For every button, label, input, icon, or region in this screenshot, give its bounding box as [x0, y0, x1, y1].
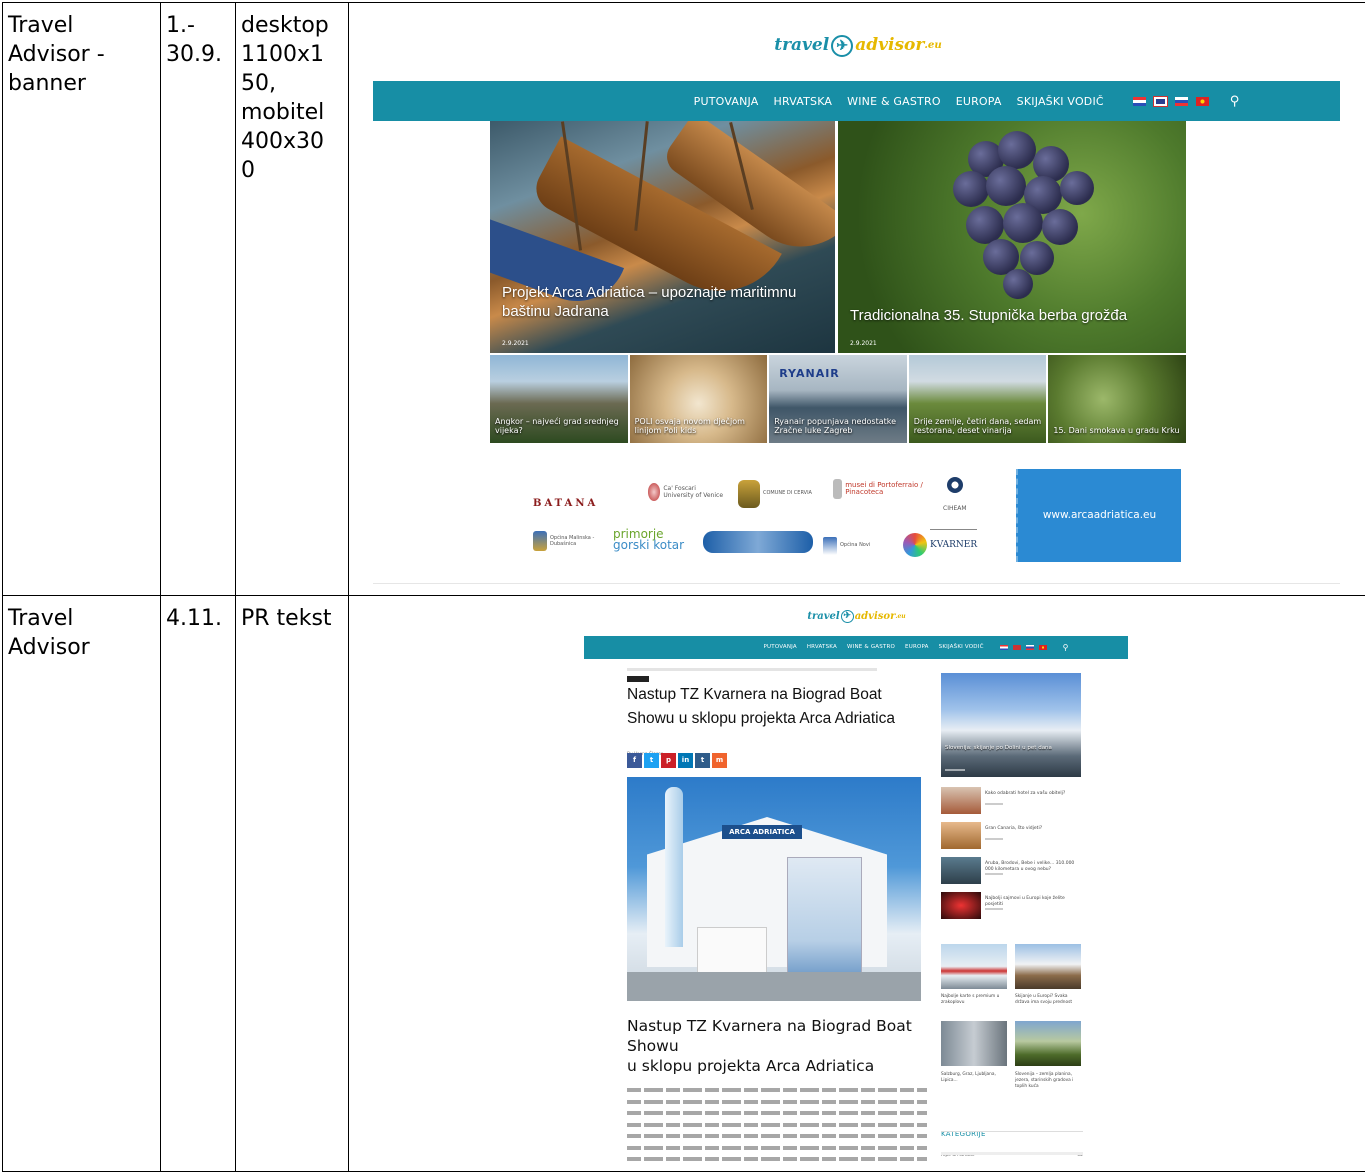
- partner-logos: BATANA Ca' Foscari University of Venice …: [503, 473, 978, 573]
- plane-icon: ✈: [840, 610, 854, 623]
- nav-item: PUTOVANJA: [763, 644, 797, 650]
- nav-item: HRVATSKA: [773, 94, 833, 108]
- hero-title: Projekt Arca Adriatica – upoznajte marit…: [502, 284, 797, 320]
- uk-flag-icon: [1012, 645, 1021, 650]
- mix-share-button[interactable]: m: [712, 753, 727, 768]
- macedonia-flag-icon: [1195, 96, 1209, 106]
- sidebar-grid-caption: Salzburg, Graz, Ljubljana, Lipica...: [941, 1072, 996, 1083]
- arca-adriatica-banner[interactable]: www.arcaadriatica.eu: [1016, 469, 1181, 562]
- thumb-article: Drije zemlje, četiri dana, sedam restora…: [908, 355, 1047, 443]
- language-flags: [999, 645, 1047, 650]
- sidebar-item: Najbolji sajmovi u Europi koje želite po…: [941, 892, 1086, 922]
- slovenia-flag-icon: [1025, 645, 1034, 650]
- tent-sign: ARCA ADRIATICA: [722, 825, 802, 839]
- nav-item: EUROPA: [955, 94, 1002, 108]
- unive-logo: Ca' Foscari University of Venice: [648, 483, 728, 501]
- language-flags: [1132, 95, 1209, 107]
- sidebar-featured: Slovenija: skijanje po Dolini u pet dana: [941, 673, 1081, 777]
- search-icon: ⚲: [1229, 93, 1240, 109]
- article-title: Nastup TZ Kvarnera na Biograd Boat Showu…: [627, 686, 895, 727]
- hero-date: 2.9.2021: [850, 340, 877, 347]
- linkedin-share-button[interactable]: in: [678, 753, 693, 768]
- article-body: [627, 1088, 927, 1169]
- nav-item: EUROPA: [905, 644, 929, 650]
- facebook-share-button[interactable]: f: [627, 753, 642, 768]
- table-row: Travel Advisor - banner 1.- 30.9. deskto…: [2, 2, 1365, 596]
- breadcrumb: [627, 668, 877, 671]
- sidebar-grid-image: [1015, 944, 1081, 989]
- novi-logo: Općina Novi: [823, 531, 893, 560]
- sidebar-grid-image: [1015, 1021, 1081, 1066]
- ciheam-logo: CIHEAM: [943, 477, 967, 523]
- site-logo: travel ✈ advisor .eu: [807, 610, 906, 623]
- slovenia-flag-icon: [1174, 96, 1188, 106]
- pinterest-share-button[interactable]: p: [661, 753, 676, 768]
- table-row: Travel Advisor 4.11. PR tekst travel ✈ a…: [2, 595, 1365, 1172]
- plane-icon: ✈: [831, 34, 854, 57]
- sidebar-grid-image: [941, 944, 1007, 989]
- thumb-strip: Angkor – najveći grad srednjeg vijeka? P…: [490, 355, 1186, 443]
- banner-screenshot: travel ✈ advisor .eu PUTOVANJA HRVATSKA …: [373, 4, 1343, 595]
- sidebar-grid-caption: Najbolje karte s premium u zrakoplovu: [941, 994, 1000, 1005]
- search-icon: ⚲: [1062, 643, 1069, 652]
- sidebar-item: Kako odabrati hotel za vašu obitelj?: [941, 787, 1086, 817]
- thumb-article: RYANAIR Ryanair popunjava nedostatke Zrač…: [769, 355, 907, 443]
- nav-item: WINE & GASTRO: [846, 644, 896, 650]
- pr-article-screenshot: travel ✈ advisor .eu PUTOVANJA HRVATSKA …: [579, 597, 1134, 1171]
- screenshot-cell: travel ✈ advisor .eu PUTOVANJA HRVATSKA …: [348, 2, 1365, 596]
- kvarner-logo: KVARNER: [903, 529, 978, 560]
- screenshot-cell: travel ✈ advisor .eu PUTOVANJA HRVATSKA …: [348, 595, 1365, 1172]
- musei-logo: musei di Portoferraio / Pinacoteca: [833, 479, 923, 499]
- sidebar-item: Aruba, Brodovi, Bebe i velike... 310.000…: [941, 857, 1086, 887]
- format-cell: PR tekst: [235, 595, 349, 1172]
- thumb-article: 15. Dani smokava u gradu Krku: [1048, 355, 1186, 443]
- nav-item: SKIJAŠKI VODIČ: [1016, 94, 1104, 108]
- hero-article-grapes: Tradicionalna 35. Stupnička berba grožđa…: [838, 121, 1186, 353]
- category-item[interactable]: Alpe & Adriatic 62: [941, 1141, 1083, 1170]
- croatia-flag-icon: [999, 645, 1008, 650]
- format-cell: desktop 1100x1 50, mobitel 400x30 0: [235, 2, 349, 596]
- nav-item: SKIJAŠKI VODIČ: [938, 644, 984, 650]
- uk-flag-icon: [1152, 95, 1168, 107]
- nav-item: PUTOVANJA: [693, 94, 759, 108]
- sidebar-grid-caption: Slovenija – zemlja planina, jezera, star…: [1015, 1072, 1074, 1089]
- site-logo: travel ✈ advisor .eu: [774, 34, 942, 57]
- dubasnica-logo: Općina Malinska - Dubašnica: [533, 531, 613, 551]
- sidebar-item: Gran Canaria, što vidjeti?: [941, 822, 1086, 852]
- tumblr-share-button[interactable]: t: [695, 753, 710, 768]
- thumb-article: POLI osvaja novom dječjom linijom Poli k…: [629, 355, 768, 443]
- croatia-flag-icon: [1132, 96, 1146, 106]
- hero-date: 2.9.2021: [502, 340, 529, 347]
- nav-item: HRVATSKA: [806, 644, 837, 650]
- thumb-article: Angkor – najveći grad srednjeg vijeka?: [490, 355, 628, 443]
- category-tag: [627, 676, 649, 682]
- hero-title: Tradicionalna 35. Stupnička berba grožđa: [850, 307, 1128, 324]
- nav-item: WINE & GASTRO: [847, 94, 941, 108]
- share-buttons: f t p in t m: [627, 753, 727, 768]
- date-cell: 1.- 30.9.: [160, 2, 236, 596]
- media-name-cell: Travel Advisor: [2, 595, 161, 1172]
- hero-article-boats: Projekt Arca Adriatica – upoznajte marit…: [490, 121, 835, 353]
- primorje-logo: primorje gorski kotar: [613, 527, 685, 552]
- date-cell: 4.11.: [160, 595, 236, 1172]
- site-navbar: PUTOVANJA HRVATSKA WINE & GASTRO EUROPA …: [584, 636, 1128, 659]
- batana-logo: BATANA: [533, 498, 599, 509]
- article-main-image: ARCA ADRIATICA: [627, 777, 921, 1001]
- article-subtitle: Nastup TZ Kvarnera na Biograd Boat Showu…: [627, 1017, 912, 1075]
- plan-table: Travel Advisor - banner 1.- 30.9. deskto…: [2, 2, 1365, 1172]
- site-navbar: PUTOVANJA HRVATSKA WINE & GASTRO EUROPA …: [373, 81, 1340, 121]
- sidebar-grid-caption: Skijanje u Europi? Svaka država ima svoj…: [1015, 994, 1073, 1005]
- sidebar-grid-image: [941, 1021, 1007, 1066]
- twitter-share-button[interactable]: t: [644, 753, 659, 768]
- arca-wave-logo: [703, 531, 813, 553]
- cervia-logo: COMUNE DI CERVIA: [738, 479, 818, 508]
- macedonia-flag-icon: [1038, 645, 1047, 650]
- media-name-cell: Travel Advisor - banner: [2, 2, 161, 596]
